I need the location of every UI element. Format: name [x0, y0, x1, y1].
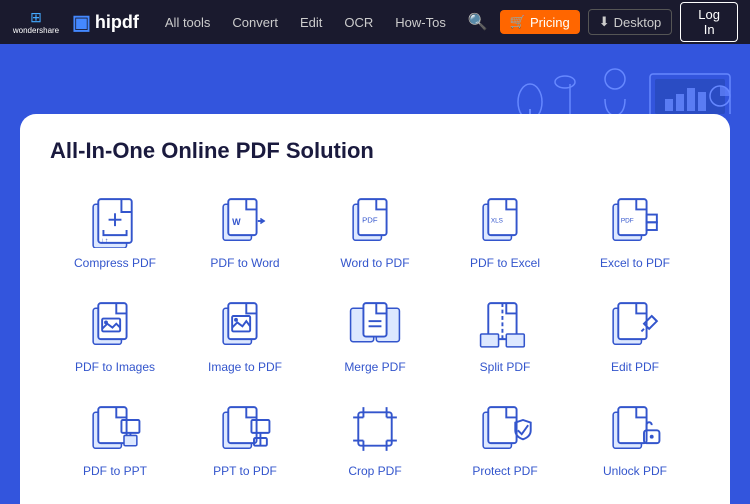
- ppt-to-pdf-label: PPT to PDF: [213, 464, 277, 478]
- pdf-to-excel-icon: XLS: [478, 194, 532, 248]
- tool-item-merge-pdf[interactable]: Merge PDF: [310, 288, 440, 384]
- wondershare-logo-box: ⊞ wondershare: [12, 9, 60, 35]
- hipdf-icon: ▣: [72, 10, 91, 35]
- desktop-icon: ⬇: [599, 14, 610, 30]
- hipdf-logo[interactable]: ▣ hipdf: [72, 10, 139, 35]
- image-to-pdf-icon: [218, 298, 272, 352]
- wondershare-logo: ⊞ wondershare: [12, 9, 60, 35]
- pdf-to-word-icon: W: [218, 194, 272, 248]
- tool-item-word-to-pdf[interactable]: PDF Word to PDF: [310, 184, 440, 280]
- tool-item-protect-pdf[interactable]: Protect PDF: [440, 392, 570, 488]
- split-pdf-label: Split PDF: [480, 360, 531, 374]
- edit-pdf-icon: [608, 298, 662, 352]
- login-label: Log In: [698, 7, 720, 37]
- split-pdf-icon: [478, 298, 532, 352]
- excel-to-pdf-label: Excel to PDF: [600, 256, 670, 270]
- tools-grid: ↓↑ Compress PDF W PDF to Word PDF Word t…: [50, 184, 700, 488]
- tool-item-excel-to-pdf[interactable]: PDF Excel to PDF: [570, 184, 700, 280]
- pdf-to-images-label: PDF to Images: [75, 360, 155, 374]
- svg-text:W: W: [232, 217, 241, 227]
- word-to-pdf-icon: PDF: [348, 194, 402, 248]
- tool-item-pdf-to-ppt[interactable]: PDF to PPT: [50, 392, 180, 488]
- crop-pdf-icon: [348, 402, 402, 456]
- tool-item-compress[interactable]: ↓↑ Compress PDF: [50, 184, 180, 280]
- ppt-to-pdf-icon: [218, 402, 272, 456]
- pricing-label: Pricing: [530, 15, 570, 30]
- compress-icon: ↓↑: [88, 194, 142, 248]
- tool-item-pdf-to-excel[interactable]: XLS PDF to Excel: [440, 184, 570, 280]
- unlock-pdf-label: Unlock PDF: [603, 464, 667, 478]
- pdf-to-ppt-label: PDF to PPT: [83, 464, 147, 478]
- nav-convert[interactable]: Convert: [222, 15, 288, 30]
- word-to-pdf-label: Word to PDF: [340, 256, 409, 270]
- desktop-label: Desktop: [614, 15, 662, 30]
- tool-item-image-to-pdf[interactable]: Image to PDF: [180, 288, 310, 384]
- nav-howtos[interactable]: How-Tos: [385, 15, 456, 30]
- excel-to-pdf-icon: PDF: [608, 194, 662, 248]
- pdf-to-ppt-icon: [88, 402, 142, 456]
- compress-label: Compress PDF: [74, 256, 156, 270]
- nav-all-tools[interactable]: All tools: [155, 15, 221, 30]
- crop-pdf-label: Crop PDF: [348, 464, 401, 478]
- search-icon[interactable]: 🔍: [464, 8, 492, 36]
- nav-edit[interactable]: Edit: [290, 15, 332, 30]
- main-title: All-In-One Online PDF Solution: [50, 138, 700, 164]
- pdf-to-images-icon: [88, 298, 142, 352]
- svg-text:PDF: PDF: [362, 215, 378, 224]
- pricing-button[interactable]: 🛒 Pricing: [500, 10, 580, 34]
- svg-text:XLS: XLS: [491, 217, 503, 224]
- merge-pdf-label: Merge PDF: [344, 360, 405, 374]
- tool-item-ppt-to-pdf[interactable]: PPT to PDF: [180, 392, 310, 488]
- desktop-button[interactable]: ⬇ Desktop: [588, 9, 673, 35]
- svg-text:PDF: PDF: [621, 217, 634, 224]
- edit-pdf-label: Edit PDF: [611, 360, 659, 374]
- pdf-to-excel-label: PDF to Excel: [470, 256, 540, 270]
- svg-text:↓↑: ↓↑: [101, 236, 109, 245]
- login-button[interactable]: Log In: [680, 2, 738, 42]
- merge-pdf-icon: [348, 298, 402, 352]
- navbar: ⊞ wondershare ▣ hipdf All tools Convert …: [0, 0, 750, 44]
- protect-pdf-icon: [478, 402, 532, 456]
- nav-actions: 🔍 🛒 Pricing ⬇ Desktop Log In: [464, 2, 738, 42]
- image-to-pdf-label: Image to PDF: [208, 360, 282, 374]
- tool-item-pdf-to-images[interactable]: PDF to Images: [50, 288, 180, 384]
- tool-item-split-pdf[interactable]: Split PDF: [440, 288, 570, 384]
- main-card: All-In-One Online PDF Solution ↓↑ Compre…: [20, 114, 730, 504]
- protect-pdf-label: Protect PDF: [472, 464, 537, 478]
- tool-item-pdf-to-word[interactable]: W PDF to Word: [180, 184, 310, 280]
- hipdf-label: hipdf: [95, 12, 139, 33]
- ws-icon: ⊞: [12, 9, 60, 26]
- tool-item-unlock-pdf[interactable]: Unlock PDF: [570, 392, 700, 488]
- tool-item-crop-pdf[interactable]: Crop PDF: [310, 392, 440, 488]
- nav-ocr[interactable]: OCR: [334, 15, 383, 30]
- cart-icon: 🛒: [510, 14, 526, 30]
- pdf-to-word-label: PDF to Word: [210, 256, 279, 270]
- tool-item-edit-pdf[interactable]: Edit PDF: [570, 288, 700, 384]
- wondershare-label: wondershare: [13, 26, 59, 35]
- unlock-pdf-icon: [608, 402, 662, 456]
- nav-links: All tools Convert Edit OCR How-Tos: [155, 15, 456, 30]
